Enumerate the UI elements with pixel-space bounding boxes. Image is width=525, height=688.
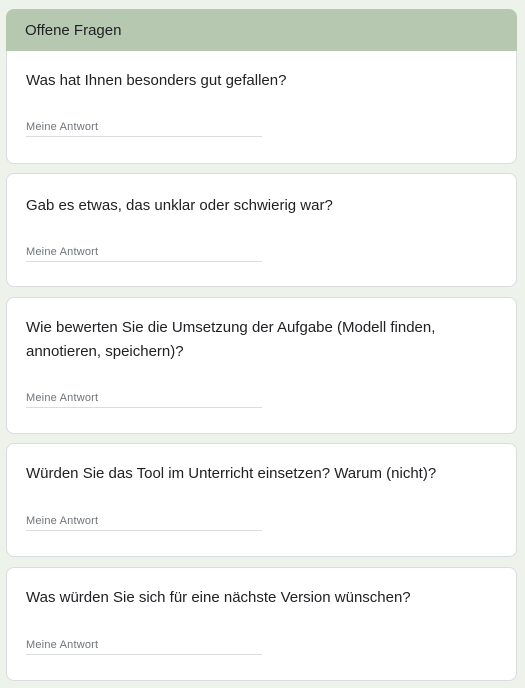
question-card: Wie bewerten Sie die Umsetzung der Aufga… (6, 297, 517, 434)
question-card: Was hat Ihnen besonders gut gefallen? Me… (6, 51, 517, 164)
answer-placeholder: Meine Antwort (26, 246, 99, 258)
question-text: Wie bewerten Sie die Umsetzung der Aufga… (26, 319, 436, 360)
question-card: Gab es etwas, das unklar oder schwierig … (6, 173, 517, 287)
question-text: Was hat Ihnen besonders gut gefallen? (26, 72, 287, 89)
answer-input[interactable]: Meine Antwort (26, 632, 262, 655)
answer-input[interactable]: Meine Antwort (26, 385, 262, 408)
answer-input[interactable]: Meine Antwort (26, 239, 262, 262)
question-text: Gab es etwas, das unklar oder schwierig … (26, 197, 333, 214)
question-card: Was würden Sie sich für eine nächste Ver… (6, 567, 517, 681)
section-title: Offene Fragen (25, 22, 122, 39)
answer-placeholder: Meine Antwort (26, 121, 99, 133)
question-text: Würden Sie das Tool im Unterricht einset… (26, 465, 437, 482)
section-header: Offene Fragen (6, 9, 517, 51)
question-text: Was würden Sie sich für eine nächste Ver… (26, 589, 411, 606)
answer-placeholder: Meine Antwort (26, 639, 99, 651)
answer-input[interactable]: Meine Antwort (26, 114, 262, 137)
question-card: Würden Sie das Tool im Unterricht einset… (6, 443, 517, 557)
answer-input[interactable]: Meine Antwort (26, 508, 262, 531)
answer-placeholder: Meine Antwort (26, 392, 99, 404)
answer-placeholder: Meine Antwort (26, 515, 99, 527)
